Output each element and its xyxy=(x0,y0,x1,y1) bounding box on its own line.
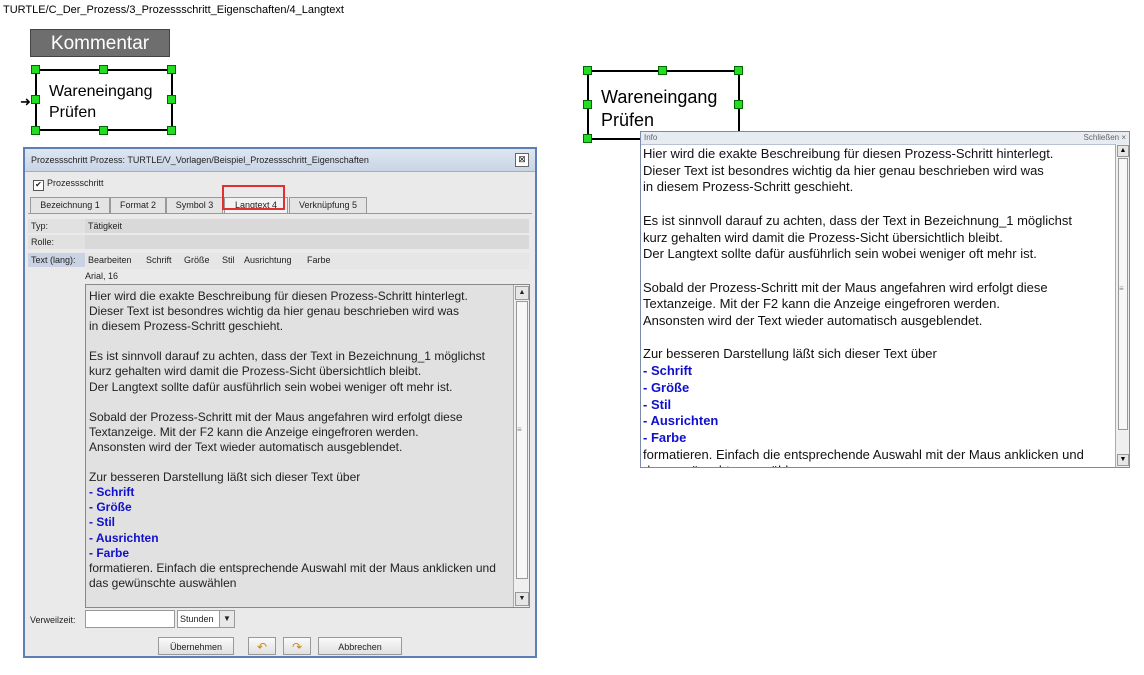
resize-handle[interactable] xyxy=(583,100,592,109)
process-step-title-line1: Wareneingang xyxy=(49,83,153,100)
info-closing: formatieren. Einfach die entsprechende A… xyxy=(643,446,1084,467)
resize-handle[interactable] xyxy=(99,126,108,135)
resize-handle[interactable] xyxy=(583,134,592,143)
list-item: - Farbe xyxy=(89,545,130,560)
longtext-paragraph: Hier wird die exakte Beschreibung für di… xyxy=(89,289,468,334)
tab-bezeichnung[interactable]: Bezeichnung 1 xyxy=(30,197,110,213)
tab-verknuepfung[interactable]: Verknüpfung 5 xyxy=(289,197,367,213)
type-label: Typ: xyxy=(28,219,87,233)
resize-handle[interactable] xyxy=(31,126,40,135)
tab-symbol[interactable]: Symbol 3 xyxy=(166,197,223,213)
menu-groesse[interactable]: Größe xyxy=(184,255,210,265)
resize-handle[interactable] xyxy=(583,66,592,75)
scroll-thumb[interactable] xyxy=(516,301,528,579)
tab-format[interactable]: Format 2 xyxy=(110,197,166,213)
unit-select-value: Stunden xyxy=(180,614,214,624)
resize-handle[interactable] xyxy=(167,126,176,135)
checkbox-check-icon[interactable]: ✔ xyxy=(33,180,44,191)
scroll-up-icon[interactable]: ▲ xyxy=(1117,145,1129,157)
list-item: - Größe xyxy=(89,500,132,515)
undo-icon[interactable]: ↶ xyxy=(248,637,276,655)
process-step-shape-right[interactable]: Wareneingang Prüfen xyxy=(587,70,740,140)
resize-handle[interactable] xyxy=(167,65,176,74)
format-toolbar: Bearbeiten Schrift Größe Stil Ausrichtun… xyxy=(85,253,529,269)
tab-divider xyxy=(28,213,532,214)
process-step-checkbox[interactable]: ✔ Prozessschritt xyxy=(33,178,104,191)
scroll-grip-icon: ≡ xyxy=(517,425,522,434)
resize-handle[interactable] xyxy=(31,95,40,104)
redo-icon[interactable]: ↷ xyxy=(283,637,311,655)
list-item: - Stil xyxy=(89,515,115,530)
connector-arrow-icon: ➜ xyxy=(20,94,31,109)
dwell-time-label: Verweilzeit: xyxy=(30,615,76,625)
longtext-editor[interactable]: Hier wird die exakte Beschreibung für di… xyxy=(85,284,530,608)
checkbox-label: Prozessschritt xyxy=(47,178,104,188)
longtext-label: Text (lang): xyxy=(28,253,87,267)
list-item: - Schrift xyxy=(89,485,135,500)
type-value: Tätigkeit xyxy=(85,219,529,233)
resize-handle[interactable] xyxy=(99,65,108,74)
info-paragraph: Es ist sinnvoll darauf zu achten, dass d… xyxy=(643,212,1072,262)
menu-schrift[interactable]: Schrift xyxy=(146,255,172,265)
menu-stil[interactable]: Stil xyxy=(222,255,235,265)
resize-handle[interactable] xyxy=(658,66,667,75)
scroll-grip-icon: ≡ xyxy=(1119,284,1124,293)
info-panel: Info Schließen × Hier wird die exakte Be… xyxy=(640,131,1130,468)
list-item: - Ausrichten xyxy=(89,530,159,545)
info-text: Hier wird die exakte Beschreibung für di… xyxy=(643,146,1084,467)
dwell-time-input[interactable] xyxy=(85,610,175,628)
scroll-up-icon[interactable]: ▲ xyxy=(515,286,529,300)
active-tab-highlight xyxy=(222,185,285,210)
scroll-down-icon[interactable]: ▼ xyxy=(515,592,529,606)
vertical-scrollbar[interactable]: ▲ ≡ ▼ xyxy=(513,285,529,607)
process-step-title-line1: Wareneingang xyxy=(601,87,718,107)
process-step-dialog: Prozessschritt Prozess: TURTLE/V_Vorlage… xyxy=(23,147,537,658)
breadcrumb: TURTLE/C_Der_Prozess/3_Prozessschritt_Ei… xyxy=(3,4,344,16)
role-label: Rolle: xyxy=(28,235,87,249)
apply-button[interactable]: Übernehmen xyxy=(158,637,234,655)
process-step-title-line2: Prüfen xyxy=(601,110,655,130)
cancel-button[interactable]: Abbrechen xyxy=(318,637,402,655)
process-step-title-line2: Prüfen xyxy=(49,104,97,121)
unit-select[interactable]: Stunden ▼ xyxy=(177,610,235,628)
dialog-title: Prozessschritt Prozess: TURTLE/V_Vorlage… xyxy=(25,149,535,172)
longtext-paragraph: Es ist sinnvoll darauf zu achten, dass d… xyxy=(89,349,485,394)
info-panel-title: Info xyxy=(644,133,658,142)
resize-handle[interactable] xyxy=(734,66,743,75)
list-item: - Stil xyxy=(643,396,672,412)
info-paragraph: Sobald der Prozess-Schritt mit der Maus … xyxy=(643,279,1048,329)
info-vertical-scrollbar[interactable]: ▲ ≡ ▼ xyxy=(1115,144,1129,467)
close-icon[interactable]: ⊠ xyxy=(515,153,529,167)
list-item: - Schrift xyxy=(643,363,693,379)
info-paragraph: Zur besseren Darstellung läßt sich diese… xyxy=(643,346,937,362)
list-item: - Größe xyxy=(643,379,690,395)
scroll-down-icon[interactable]: ▼ xyxy=(1117,454,1129,466)
button-row: Übernehmen ↶ ↷ Abbrechen xyxy=(25,634,535,658)
list-item: - Farbe xyxy=(643,429,687,445)
chevron-down-icon[interactable]: ▼ xyxy=(219,611,234,627)
menu-farbe[interactable]: Farbe xyxy=(307,255,331,265)
longtext-closing: formatieren. Einfach die entsprechende A… xyxy=(89,560,496,590)
resize-handle[interactable] xyxy=(167,95,176,104)
comment-label[interactable]: Kommentar xyxy=(30,29,170,57)
longtext-content: Hier wird die exakte Beschreibung für di… xyxy=(89,289,496,591)
role-field[interactable] xyxy=(85,235,529,249)
menu-ausrichtung[interactable]: Ausrichtung xyxy=(244,255,292,265)
longtext-paragraph: Sobald der Prozess-Schritt mit der Maus … xyxy=(89,409,463,454)
list-item: - Ausrichten xyxy=(643,413,719,429)
resize-handle[interactable] xyxy=(31,65,40,74)
info-paragraph: Hier wird die exakte Beschreibung für di… xyxy=(643,146,1054,195)
font-info: Arial, 16 xyxy=(85,271,119,281)
scroll-thumb[interactable] xyxy=(1118,158,1128,430)
info-panel-header: Info Schließen × xyxy=(641,132,1129,145)
info-close-button[interactable]: Schließen × xyxy=(1084,132,1126,144)
resize-handle[interactable] xyxy=(734,100,743,109)
menu-bearbeiten[interactable]: Bearbeiten xyxy=(88,255,132,265)
longtext-paragraph: Zur besseren Darstellung läßt sich diese… xyxy=(89,470,361,485)
process-step-shape-left[interactable]: Wareneingang Prüfen xyxy=(35,69,173,131)
